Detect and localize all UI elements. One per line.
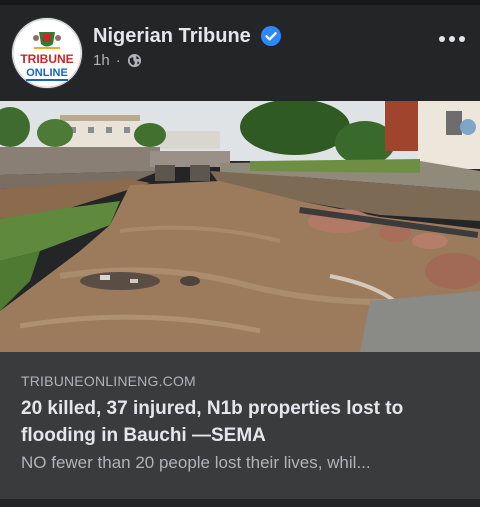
link-description: NO fewer than 20 people lost their lives… [21,453,371,472]
svg-text:TRIBUNE: TRIBUNE [20,52,73,66]
tribune-logo: TRIBUNE ONLINE [12,18,82,88]
svg-text:ONLINE: ONLINE [26,67,68,79]
page-name-link[interactable]: Nigerian Tribune [93,25,251,48]
page-avatar[interactable]: TRIBUNE ONLINE [12,18,82,88]
post-meta: 1h · [93,52,142,69]
post-timestamp[interactable]: 1h [93,52,110,69]
verified-badge-icon [261,26,281,46]
meta-separator: · [115,52,121,69]
link-preview-card[interactable]: TRIBUNEONLINENG.COM 20 killed, 37 injure… [0,352,480,499]
globe-icon [127,53,141,68]
link-title[interactable]: 20 killed, 37 injured, N1b properties lo… [21,395,466,449]
more-options-button[interactable] [432,25,472,53]
post-header: TRIBUNE ONLINE Nigerian Tribune 1h · [0,5,480,101]
link-domain: TRIBUNEONLINENG.COM [21,373,196,389]
bottom-divider [0,499,480,507]
post-image[interactable] [0,101,480,352]
more-options-icon [439,36,445,42]
